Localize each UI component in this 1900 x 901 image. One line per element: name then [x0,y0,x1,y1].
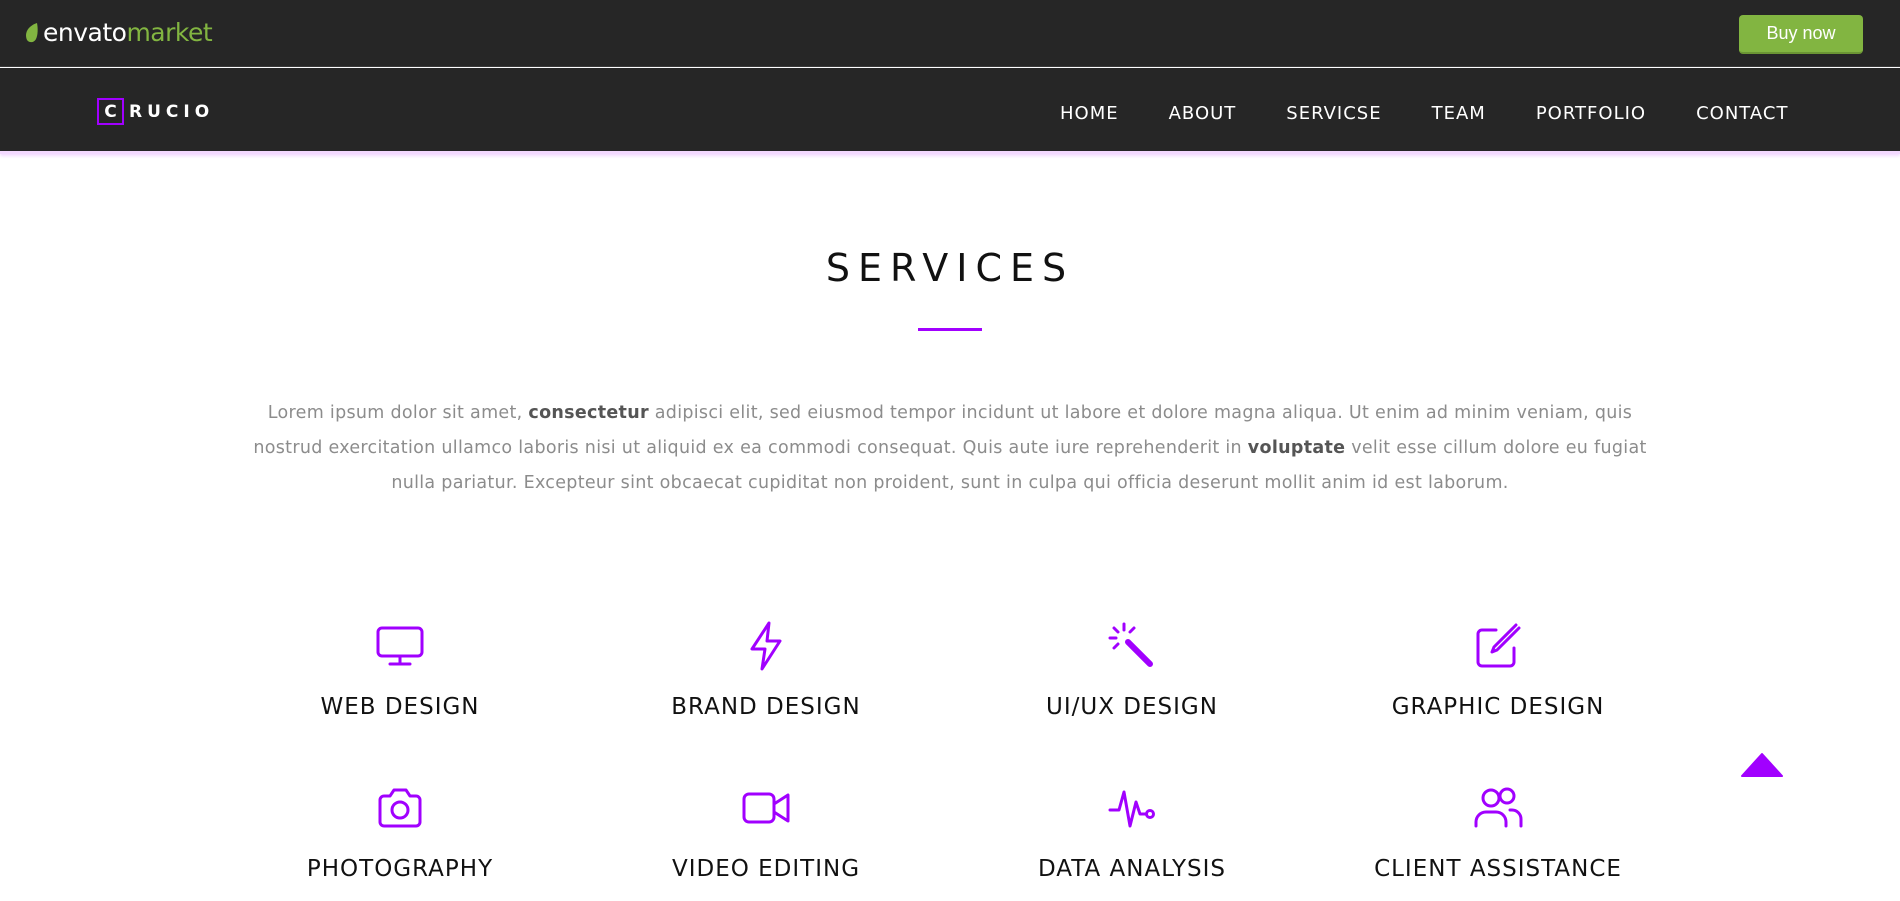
service-web-design: WEB DESIGN [217,620,583,720]
service-label: CLIENT ASSISTANCE [1374,856,1622,882]
envato-wordmark: envatomarket [43,18,213,47]
envato-leaf-icon [26,22,38,42]
nav-portfolio[interactable]: PORTFOLIO [1536,103,1646,124]
nav-contact[interactable]: CONTACT [1696,103,1788,124]
scroll-top-button[interactable] [1740,752,1784,778]
service-brand-design: BRAND DESIGN [583,620,949,720]
buy-now-button[interactable]: Buy now [1739,15,1863,54]
service-graphic-design: GRAPHIC DESIGN [1315,620,1681,720]
nav-home[interactable]: HOME [1060,103,1119,124]
nav-team[interactable]: TEAM [1432,103,1486,124]
service-label: WEB DESIGN [320,694,480,720]
section-title: SERVICES [825,246,1075,290]
logo-box: C [97,98,124,125]
nav-about[interactable]: ABOUT [1169,103,1237,124]
service-uiux-design: UI/UX DESIGN [949,620,1315,720]
site-logo[interactable]: C RUCIO [97,98,214,125]
services-intro: Lorem ipsum dolor sit amet, consectetur … [253,403,1647,493]
lightning-icon [750,621,782,671]
video-icon [742,792,790,824]
main-nav: HOME ABOUT SERVICSE TEAM PORTFOLIO CONTA… [1060,103,1788,124]
camera-icon [378,788,422,828]
service-label: DATA ANALYSIS [1037,856,1227,882]
service-label: BRAND DESIGN [671,694,861,720]
monitor-icon [376,626,424,666]
service-photography: PHOTOGRAPHY [217,782,583,882]
nav-services[interactable]: SERVICSE [1286,103,1381,124]
envato-bar: envatomarket Buy now [0,0,1900,67]
service-client-assistance: CLIENT ASSISTANCE [1315,782,1681,882]
service-label: GRAPHIC DESIGN [1391,694,1605,720]
users-icon [1474,787,1523,828]
arrow-up-icon [1741,753,1783,777]
logo-text: RUCIO [129,101,215,122]
service-video-editing: VIDEO EDITING [583,782,949,882]
site-header: C RUCIO HOME ABOUT SERVICSE TEAM PORTFOL… [0,68,1900,154]
service-label: UI/UX DESIGN [1046,694,1218,720]
pulse-icon [1108,790,1155,828]
service-label: PHOTOGRAPHY [306,856,494,882]
title-divider [918,328,982,331]
magic-wand-icon [1108,622,1153,667]
envato-logo[interactable]: envatomarket [24,18,213,47]
service-label: VIDEO EDITING [671,856,861,882]
edit-icon [1476,623,1521,668]
service-data-analysis: DATA ANALYSIS [949,782,1315,882]
